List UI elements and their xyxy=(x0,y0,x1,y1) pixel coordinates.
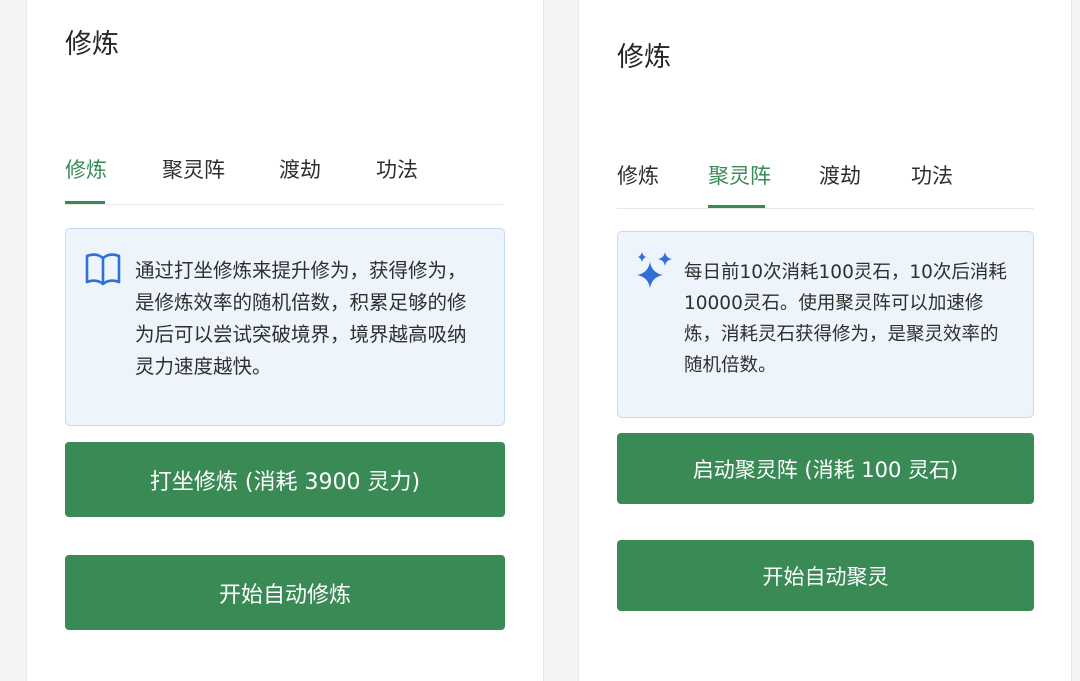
info-description: 每日前10次消耗100灵石，10次后消耗10000灵石。使用聚灵阵可以加速修炼，… xyxy=(684,262,1007,376)
cultivation-panel-right: 修炼 修炼 聚灵阵 渡劫 功法 每日前10次消耗100灵石，10次后消耗1000… xyxy=(578,0,1072,681)
sparkles-icon xyxy=(634,250,674,298)
page-title: 修炼 xyxy=(617,42,671,73)
info-box: 每日前10次消耗100灵石，10次后消耗10000灵石。使用聚灵阵可以加速修炼，… xyxy=(617,231,1034,418)
info-box: 通过打坐修炼来提升修为，获得修为，是修炼效率的随机倍数，积累足够的修为后可以尝试… xyxy=(65,228,505,426)
cultivation-panel-left: 修炼 修炼 聚灵阵 渡劫 功法 通过打坐修炼来提升修为，获得修为，是修炼效率的随… xyxy=(26,0,544,681)
start-auto-cultivation-button[interactable]: 开始自动修炼 xyxy=(65,555,505,630)
active-tab-indicator xyxy=(708,205,765,208)
activate-spirit-array-button[interactable]: 启动聚灵阵 (消耗 100 灵石) xyxy=(617,433,1034,504)
tab-tribulation[interactable]: 渡劫 xyxy=(279,154,321,184)
tab-tribulation[interactable]: 渡劫 xyxy=(819,160,861,190)
start-auto-spirit-gathering-button[interactable]: 开始自动聚灵 xyxy=(617,540,1034,611)
tab-cultivation[interactable]: 修炼 xyxy=(65,154,107,184)
tab-spirit-gathering-array[interactable]: 聚灵阵 xyxy=(708,160,771,190)
tab-bar: 修炼 聚灵阵 渡劫 功法 xyxy=(617,160,1034,209)
page-title: 修炼 xyxy=(65,29,119,60)
tab-cultivation[interactable]: 修炼 xyxy=(617,160,659,190)
tab-techniques[interactable]: 功法 xyxy=(911,160,953,190)
meditate-cultivation-button[interactable]: 打坐修炼 (消耗 3900 灵力) xyxy=(65,442,505,517)
tab-techniques[interactable]: 功法 xyxy=(376,154,418,184)
tab-spirit-gathering-array[interactable]: 聚灵阵 xyxy=(162,154,225,184)
book-icon xyxy=(84,251,122,291)
active-tab-indicator xyxy=(65,201,105,204)
tab-bar: 修炼 聚灵阵 渡劫 功法 xyxy=(65,154,503,205)
info-description: 通过打坐修炼来提升修为，获得修为，是修炼效率的随机倍数，积累足够的修为后可以尝试… xyxy=(135,259,467,378)
